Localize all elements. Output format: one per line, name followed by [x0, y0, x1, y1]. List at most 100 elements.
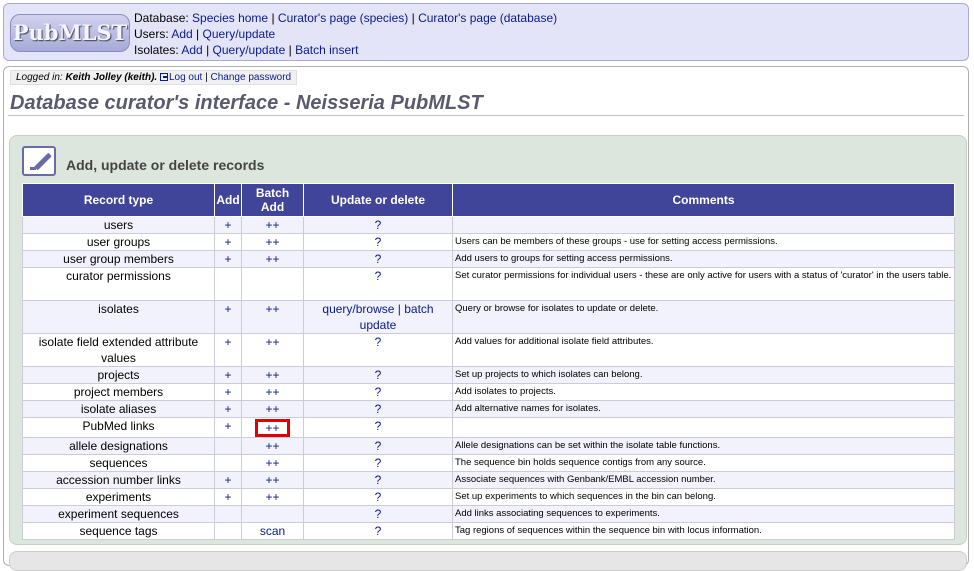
add-link[interactable]: +: [224, 490, 231, 504]
table-row: user group members + ++ ? Add users to g…: [22, 250, 955, 268]
comment-cell: [452, 417, 955, 438]
users-add-link[interactable]: Add: [171, 27, 192, 41]
add-link[interactable]: +: [224, 302, 231, 316]
update-delete-link[interactable]: ?: [375, 490, 382, 504]
isolates-add-link[interactable]: Add: [181, 43, 202, 57]
batch-add-link[interactable]: ++: [265, 490, 279, 504]
table-row: isolate field extended attribute values …: [22, 333, 955, 367]
add-link[interactable]: +: [224, 235, 231, 249]
isolates-query-update-link[interactable]: Query/update: [213, 43, 286, 57]
isolates-nav-row: Isolates: Add | Query/update | Batch ins…: [134, 43, 359, 57]
batch-add-link[interactable]: ++: [265, 335, 279, 349]
records-heading: Add, update or delete records: [66, 157, 265, 173]
isolates-batch-insert-link[interactable]: Batch insert: [295, 43, 358, 57]
species-home-link[interactable]: Species home: [192, 11, 268, 25]
table-header-row: Record type Add Batch Add Update or dele…: [22, 183, 955, 217]
column-header-add: Add: [214, 183, 242, 217]
batch-add-link[interactable]: ++: [265, 252, 279, 266]
update-delete-link[interactable]: ?: [375, 473, 382, 487]
table-row: projects + ++ ? Set up projects to which…: [22, 366, 955, 384]
batch-add-link[interactable]: ++: [265, 473, 279, 487]
batch-add-link[interactable]: ++: [265, 235, 279, 249]
record-type-cell: experiment sequences: [22, 505, 215, 523]
batch-add-link[interactable]: ++: [265, 456, 279, 470]
logged-in-label: Logged in:: [16, 72, 63, 83]
batch-add-header-text: Batch Add: [255, 186, 290, 214]
records-box: Add, update or delete records Record typ…: [9, 135, 967, 545]
record-type-cell: curator permissions: [22, 267, 215, 301]
scan-link[interactable]: scan: [260, 524, 285, 538]
batch-add-link[interactable]: ++: [265, 368, 279, 382]
edit-pencil-icon: [22, 146, 56, 176]
add-link[interactable]: +: [224, 419, 231, 433]
batch-add-link[interactable]: ++: [265, 402, 279, 416]
page-title: Database curator's interface - Neisseria…: [10, 92, 483, 114]
record-type-cell: projects: [22, 366, 215, 384]
column-header-comments: Comments: [452, 183, 955, 217]
comment-cell: Associate sequences with Genbank/EMBL ac…: [452, 471, 955, 489]
table-row: PubMed links + ++ ?: [22, 417, 955, 438]
table-row: project members + ++ ? Add isolates to p…: [22, 383, 955, 401]
add-link[interactable]: +: [224, 218, 231, 232]
comment-cell: Query or browse for isolates to update o…: [452, 300, 955, 334]
empty-add-cell: [214, 522, 242, 540]
update-delete-link[interactable]: ?: [375, 507, 382, 521]
table-row: curator permissions ? Set curator permis…: [22, 267, 955, 301]
update-delete-link[interactable]: ?: [375, 335, 382, 349]
comment-cell: Set up projects to which isolates can be…: [452, 366, 955, 384]
batch-add-link[interactable]: ++: [265, 439, 279, 453]
database-label: Database:: [134, 11, 189, 25]
record-type-cell: isolate field extended attribute values: [22, 333, 215, 367]
add-link[interactable]: +: [224, 385, 231, 399]
logged-in-user: Keith Jolley (keith).: [65, 72, 158, 83]
table-row: experiment sequences ? Add links associa…: [22, 505, 955, 523]
update-delete-link[interactable]: ?: [375, 269, 382, 283]
change-password-link[interactable]: Change password: [211, 72, 292, 83]
batch-add-link[interactable]: ++: [265, 302, 279, 316]
curators-page-database-link[interactable]: Curator's page (database): [418, 11, 557, 25]
record-type-cell: user groups: [22, 233, 215, 251]
database-nav-row: Database: Species home | Curator's page …: [134, 11, 558, 25]
logout-link[interactable]: Log out: [169, 72, 202, 83]
comment-cell: Set curator permissions for individual u…: [452, 267, 955, 301]
main-content: Logged in: Keith Jolley (keith). Log out…: [3, 66, 969, 571]
nav-links: Database: Species home | Curator's page …: [134, 10, 557, 58]
comment-cell: Users can be members of these groups - u…: [452, 233, 955, 251]
add-link[interactable]: +: [224, 252, 231, 266]
update-delete-link[interactable]: ?: [375, 368, 382, 382]
pubmed-batch-add-link-highlighted[interactable]: ++: [255, 419, 290, 437]
empty-batch-add-cell: [241, 505, 304, 523]
update-delete-link[interactable]: ?: [375, 524, 382, 538]
batch-add-link[interactable]: ++: [265, 385, 279, 399]
add-link[interactable]: +: [224, 473, 231, 487]
records-table: Record type Add Batch Add Update or dele…: [22, 183, 955, 540]
update-delete-link[interactable]: ?: [375, 385, 382, 399]
update-delete-link[interactable]: ?: [375, 218, 382, 232]
record-type-cell: allele designations: [22, 437, 215, 455]
record-type-cell: sequence tags: [22, 522, 215, 540]
batch-add-link[interactable]: ++: [265, 218, 279, 232]
pubmlst-logo[interactable]: PubMLST: [10, 14, 130, 52]
add-link[interactable]: +: [224, 335, 231, 349]
update-delete-link[interactable]: ?: [375, 456, 382, 470]
table-row: allele designations ++ ? Allele designat…: [22, 437, 955, 455]
update-delete-link[interactable]: ?: [375, 419, 382, 433]
query-browse-batch-update-link[interactable]: query/browse | batch update: [322, 302, 433, 332]
empty-add-cell: [214, 267, 242, 301]
update-delete-link[interactable]: ?: [375, 402, 382, 416]
comment-cell: The sequence bin holds sequence contigs …: [452, 454, 955, 472]
next-section-box: [9, 551, 967, 571]
table-row: user groups + ++ ? Users can be members …: [22, 233, 955, 251]
update-delete-link[interactable]: ?: [375, 235, 382, 249]
comment-cell: Set up experiments to which sequences in…: [452, 488, 955, 506]
empty-add-cell: [214, 437, 242, 455]
users-query-update-link[interactable]: Query/update: [203, 27, 276, 41]
update-delete-link[interactable]: ?: [375, 252, 382, 266]
isolates-label: Isolates:: [134, 43, 179, 57]
add-link[interactable]: +: [224, 402, 231, 416]
add-link[interactable]: +: [224, 368, 231, 382]
logout-icon: [159, 73, 168, 81]
update-delete-link[interactable]: ?: [375, 439, 382, 453]
empty-add-cell: [214, 454, 242, 472]
curators-page-species-link[interactable]: Curator's page (species): [278, 11, 408, 25]
